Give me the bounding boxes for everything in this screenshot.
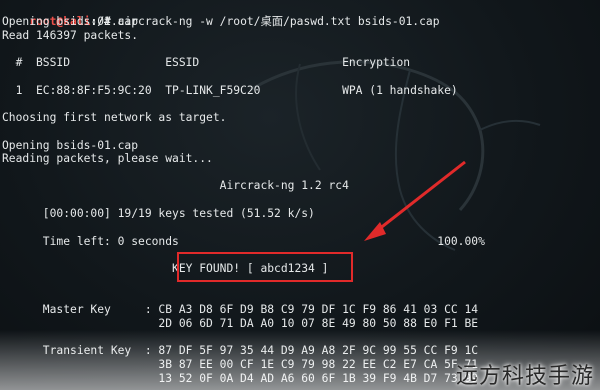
keys-tested-status: [00:00:00] 19/19 keys tested (51.52 k/s)	[2, 207, 315, 220]
transient-key-line-3: 13 52 0F 0A D4 AD A6 60 6F 1B 39 F9 4B D…	[2, 372, 479, 385]
network-table-row: 1 EC:88:8F:F5:9C:20 TP-LINK_F59C20 WPA (…	[2, 84, 458, 97]
aircrack-title: Aircrack-ng 1.2 rc4	[2, 179, 349, 192]
terminal-window[interactable]: root@kali:/# aircrack-ng -w /root/桌面/pas…	[0, 0, 600, 390]
watermark-text: 远方科技手游	[455, 364, 594, 390]
master-key-line-2: 2D 06 6D 71 DA A0 10 07 8E 49 80 50 88 E…	[2, 317, 479, 330]
output-choosing-target: Choosing first network as target.	[2, 111, 227, 124]
network-table-header: # BSSID ESSID Encryption	[2, 56, 411, 69]
output-opening-1: Opening bsids-01.cap	[2, 15, 139, 28]
transient-key-line-1: Transient Key : 87 DF 5F 97 35 44 D9 A9 …	[2, 344, 479, 357]
command-text: aircrack-ng -w /root/桌面/paswd.txt bsids-…	[110, 14, 440, 28]
output-opening-2: Opening bsids-01.cap	[2, 139, 139, 152]
output-read-packets: Read 146397 packets.	[2, 29, 139, 42]
time-left-status: Time left: 0 seconds 100.00%	[2, 235, 485, 248]
master-key-line-1: Master Key : CB A3 D8 6F D9 B8 C9 79 DF …	[2, 303, 479, 316]
output-reading-packets: Reading packets, please wait...	[2, 152, 213, 165]
key-found-highlight-box	[177, 252, 353, 282]
transient-key-line-2: 3B 87 EE 00 CF 1E C9 79 98 22 EE C2 E7 C…	[2, 358, 479, 371]
